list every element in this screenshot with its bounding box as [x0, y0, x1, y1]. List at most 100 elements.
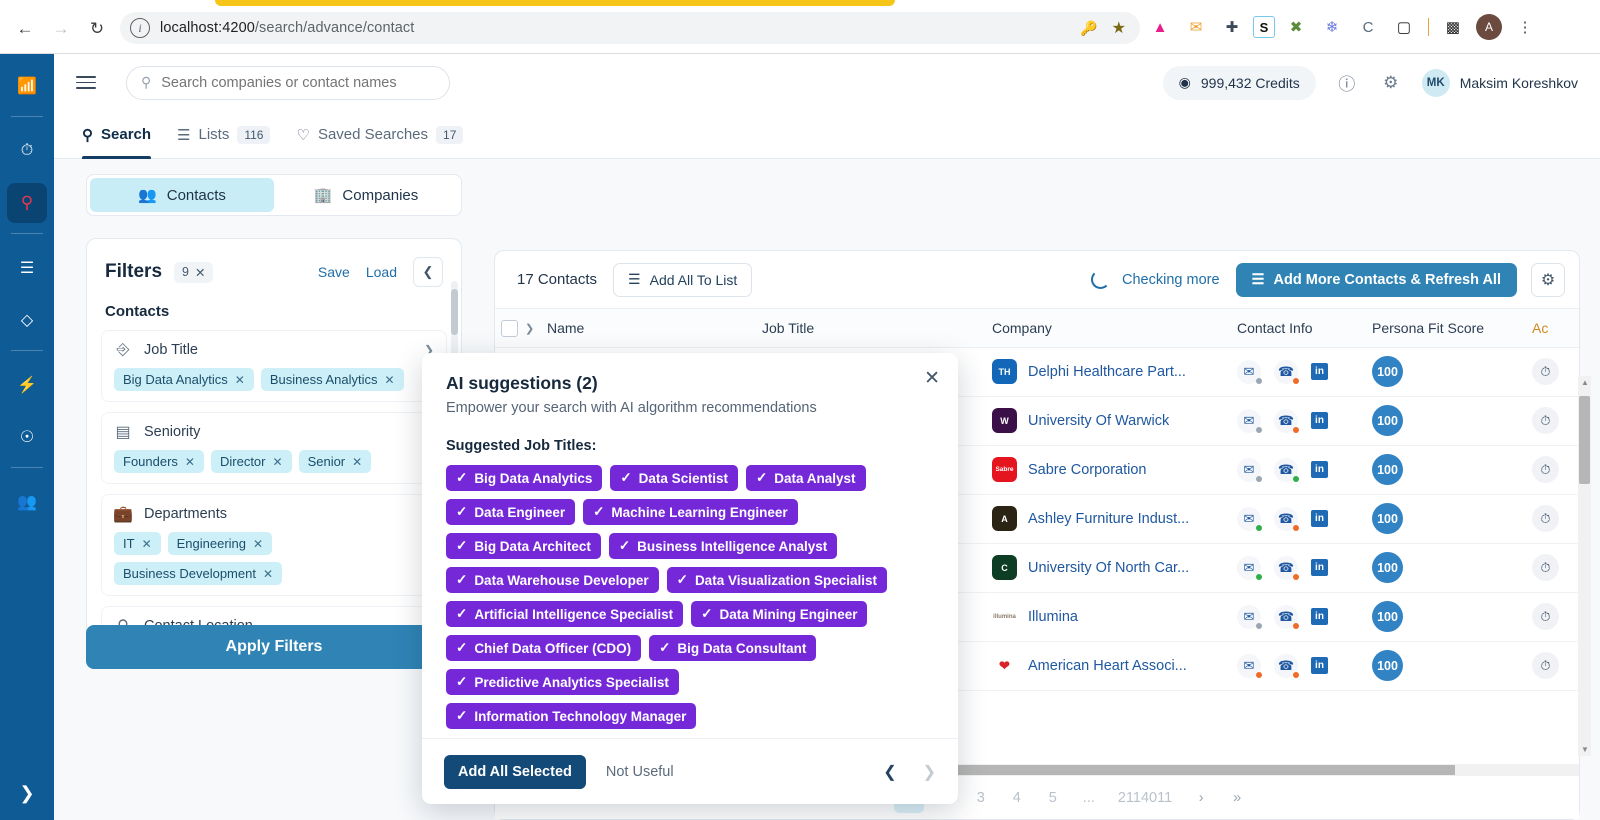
people-icon[interactable]: 👥 [7, 482, 47, 522]
filter-group-departments[interactable]: 💼 Departments ❯ IT✕ Engineering✕ Busines… [101, 494, 447, 596]
email-icon[interactable]: ✉ [1237, 360, 1261, 384]
filter-chip[interactable]: IT✕ [114, 532, 161, 555]
cell-actions[interactable]: ⏱ [1526, 494, 1580, 543]
pagination-page[interactable]: 4 [1002, 783, 1032, 813]
tab-search[interactable]: ⚲ Search [82, 111, 151, 159]
filter-chip[interactable]: Engineering✕ [168, 532, 272, 555]
layers-icon[interactable]: ◇ [7, 300, 47, 340]
chevron-left-icon[interactable]: ❮ [883, 762, 896, 782]
cell-contact-info[interactable]: ✉☎in [1231, 641, 1366, 690]
help-circle-icon[interactable]: ⓘ [1334, 70, 1360, 96]
linkedin-icon[interactable]: in [1311, 510, 1328, 527]
select-all-header[interactable]: ❯ [495, 309, 541, 347]
snowflake-extension-icon[interactable]: ❄ [1317, 12, 1347, 42]
filter-group-seniority[interactable]: ▤ Seniority ❯ Founders✕ Director✕ Senior… [101, 412, 447, 484]
add-all-selected-button[interactable]: Add All Selected [444, 755, 586, 789]
scrollbar-thumb[interactable] [451, 289, 458, 335]
suggestion-chip[interactable]: ✓Data Engineer [446, 499, 575, 525]
reload-icon[interactable]: ↻ [82, 14, 112, 44]
filter-chip[interactable]: Big Data Analytics✕ [114, 368, 254, 391]
company-name[interactable]: University Of North Car... [1028, 560, 1189, 576]
user-menu[interactable]: MK Maksim Koreshkov [1422, 69, 1578, 97]
column-header-job-title[interactable]: Job Title [756, 309, 986, 347]
cell-actions[interactable]: ⏱ [1526, 641, 1580, 690]
clock-icon[interactable]: ⏱ [1532, 652, 1559, 679]
suggestion-chip[interactable]: ✓Predictive Analytics Specialist [446, 669, 679, 695]
company-name[interactable]: Illumina [1028, 609, 1078, 625]
company-name[interactable]: American Heart Associ... [1028, 658, 1187, 674]
tab-companies[interactable]: 🏢 Companies [274, 178, 458, 212]
credits-badge[interactable]: ◉ 999,432 Credits [1163, 66, 1316, 100]
cell-company[interactable]: THDelphi Healthcare Part... [986, 347, 1231, 396]
sidepanel-icon[interactable]: ▩ [1438, 12, 1468, 42]
tasks-icon[interactable]: ☰ [7, 248, 47, 288]
mail-extension-icon[interactable]: ✉ [1181, 12, 1211, 42]
apply-filters-button[interactable]: Apply Filters [86, 625, 462, 669]
email-icon[interactable]: ✉ [1237, 654, 1261, 678]
pagination-last[interactable]: » [1222, 783, 1252, 813]
filter-chip[interactable]: Director✕ [211, 450, 292, 473]
clock-icon[interactable]: ⏱ [1532, 456, 1559, 483]
cell-contact-info[interactable]: ✉☎in [1231, 494, 1366, 543]
phone-icon[interactable]: ☎ [1274, 507, 1298, 531]
back-arrow-icon[interactable]: ← [10, 14, 40, 44]
chevron-right-icon[interactable]: ❯ [19, 783, 34, 804]
search-input[interactable] [161, 75, 435, 91]
tab-lists[interactable]: ☰ Lists 116 [177, 111, 270, 159]
company-name[interactable]: University Of Warwick [1028, 413, 1169, 429]
suggestion-chip[interactable]: ✓Data Mining Engineer [691, 601, 867, 627]
filter-chip[interactable]: Business Analytics✕ [261, 368, 404, 391]
cell-company[interactable]: illuminaIllumina [986, 592, 1231, 641]
pagination-last-page[interactable]: 2114011 [1110, 783, 1180, 813]
cell-contact-info[interactable]: ✉☎in [1231, 396, 1366, 445]
results-vertical-scrollbar[interactable]: ▲ ▼ [1578, 376, 1591, 756]
company-name[interactable]: Delphi Healthcare Part... [1028, 364, 1186, 380]
cell-company[interactable]: WUniversity Of Warwick [986, 396, 1231, 445]
save-filters-button[interactable]: Save [318, 264, 350, 280]
clock-icon[interactable]: ⏱ [1532, 603, 1559, 630]
close-icon[interactable]: ✕ [385, 373, 395, 387]
suggestion-chip[interactable]: ✓Information Technology Manager [446, 703, 696, 729]
pagination-page[interactable]: 3 [966, 783, 996, 813]
filter-chip[interactable]: Founders✕ [114, 450, 204, 473]
browser-tab-strip[interactable] [215, 0, 895, 6]
results-settings-button[interactable]: ⚙ [1531, 263, 1565, 297]
cell-contact-info[interactable]: ✉☎in [1231, 347, 1366, 396]
cell-actions[interactable]: ⏱ [1526, 592, 1580, 641]
bell-icon[interactable]: ☉ [7, 417, 47, 457]
column-header-name[interactable]: Name [541, 309, 756, 347]
filter-group-job-title[interactable]: ⎆ Job Title ❯ Big Data Analytics✕ Busine… [101, 330, 447, 402]
close-icon[interactable]: ✕ [273, 455, 283, 469]
c-extension-icon[interactable]: C [1353, 12, 1383, 42]
filter-group-header[interactable]: 💼 Departments ❯ [114, 505, 434, 523]
cell-actions[interactable]: ⏱ [1526, 543, 1580, 592]
filters-count-badge[interactable]: 9 ✕ [174, 262, 213, 283]
gear-icon[interactable]: ⚙ [1378, 70, 1404, 96]
suggestion-chip[interactable]: ✓Data Warehouse Developer [446, 567, 659, 593]
suggestion-chip[interactable]: ✓Big Data Analytics [446, 465, 602, 491]
linkedin-icon[interactable]: in [1311, 461, 1328, 478]
clock-icon[interactable]: ⏱ [1532, 554, 1559, 581]
dashboard-icon[interactable]: ⏱ [7, 131, 47, 171]
puzzle-icon[interactable]: ▢ [1389, 12, 1419, 42]
close-icon[interactable]: ✕ [352, 455, 362, 469]
phone-icon[interactable]: ☎ [1274, 458, 1298, 482]
chevron-right-icon[interactable]: ❯ [923, 762, 936, 782]
cell-company[interactable]: ❤American Heart Associ... [986, 641, 1231, 690]
suggestion-chip[interactable]: ✓Data Analyst [746, 465, 866, 491]
close-icon[interactable]: ✕ [263, 567, 273, 581]
column-header-company[interactable]: Company [986, 309, 1231, 347]
add-all-to-list-button[interactable]: ☰ Add All To List [613, 263, 752, 297]
tab-contacts[interactable]: 👥 Contacts [90, 178, 274, 212]
collapse-filters-button[interactable]: ❮ [413, 257, 443, 287]
cell-actions[interactable]: ⏱ [1526, 347, 1580, 396]
hamburger-icon[interactable] [76, 70, 102, 96]
pagination-page[interactable]: 5 [1038, 783, 1068, 813]
avatar[interactable]: A [1474, 12, 1504, 42]
linkedin-icon[interactable]: in [1311, 412, 1328, 429]
cell-company[interactable]: CUniversity Of North Car... [986, 543, 1231, 592]
email-icon[interactable]: ✉ [1237, 458, 1261, 482]
linkedin-icon[interactable]: in [1311, 559, 1328, 576]
alert-extension-icon[interactable]: ▲ [1145, 12, 1175, 42]
close-icon[interactable]: ✕ [195, 265, 205, 280]
